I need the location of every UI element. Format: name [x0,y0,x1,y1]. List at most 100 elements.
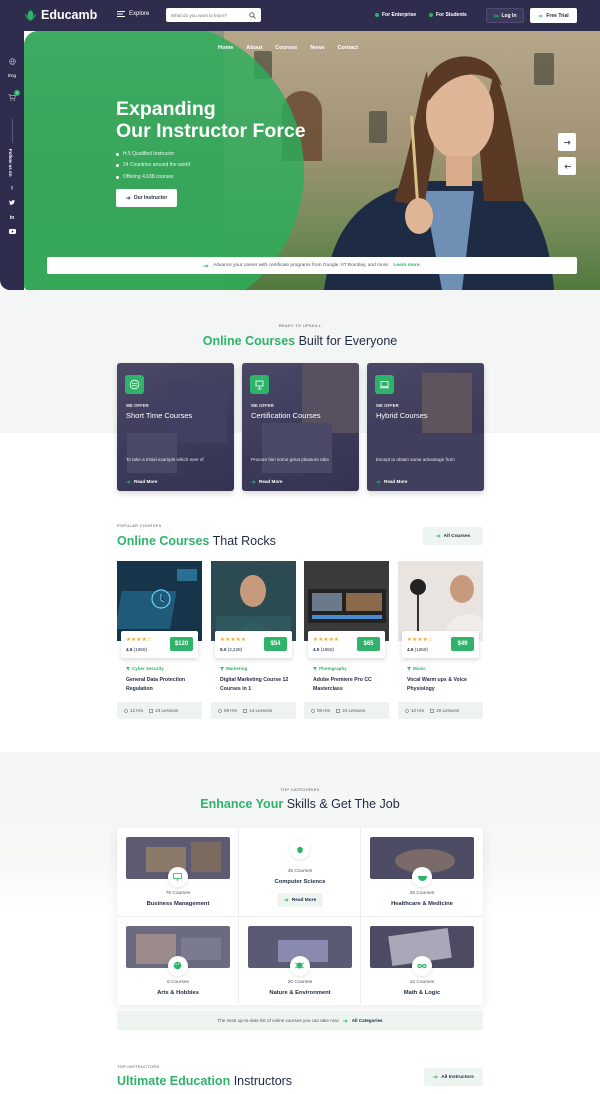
all-instructors-button[interactable]: All Instructors [424,1068,483,1086]
free-trial-button[interactable]: Free Trial [530,8,577,23]
explore-menu[interactable]: Explore [117,11,149,17]
cart-button[interactable] [0,94,24,101]
nav-news[interactable]: News [310,45,324,51]
all-courses-button[interactable]: All Courses [423,527,483,545]
facebook-icon[interactable]: f [0,186,24,192]
course-category[interactable]: Cyber Security [126,666,164,671]
instructors-title-rest: Instructors [233,1074,293,1088]
category-card[interactable]: 6 Courses Arts & Hobbies [117,916,239,1005]
bowl-icon [412,867,432,887]
enterprise-dot-icon [375,13,379,17]
category-card[interactable]: 45 Courses Computer Science Read More [239,828,361,917]
categories-bottom-bar: The most up-to-date list of online cours… [117,1011,483,1030]
lesson-icon [149,708,154,713]
offer-eyebrow: WE OFFER [251,403,274,408]
offers-title: Online Courses Built for Everyone [0,334,600,348]
rating-stars: ★★★★★ [220,637,247,643]
search-input[interactable] [171,12,249,18]
read-more-label: Read More [259,479,283,484]
hero-bullet-list: H.5 Qualified Instructor 24 Countries ar… [116,149,190,183]
course-title[interactable]: Vocal Warm ups & Voice Physiology [407,676,479,693]
rating-text: 4.0 (1650) [313,647,334,652]
nav-contact[interactable]: Contact [338,45,358,51]
youtube-icon[interactable] [0,229,24,234]
laptop-icon [375,375,394,394]
course-category[interactable]: Music [407,666,426,671]
arrow-right-icon [376,479,381,484]
price-badge: $49 [451,637,474,651]
linkedin-icon[interactable]: in [0,215,24,221]
globe-button[interactable] [0,58,24,65]
read-more-link[interactable]: Read More [126,479,158,484]
course-title[interactable]: Adobe Premiere Pro CC Masterclass [313,676,385,693]
key-icon [493,14,499,17]
course-title[interactable]: Digital Marketing Course 12 Courses in 1 [220,676,292,693]
category-count: 45 Courses [287,869,313,874]
course-meta: 06 Hrs 24 Lessons [304,702,389,719]
nav-courses[interactable]: Courses [275,45,297,51]
category-name: Computer Science [274,879,326,885]
bug-icon [289,839,310,859]
all-instructors-label: All Instructors [441,1074,474,1080]
category-name: Arts & Hobbies [157,989,199,996]
offer-description: Procure him some great pleasure take [251,457,329,462]
course-category[interactable]: Marketing [220,666,247,671]
course-hours: 08 Hrs [218,708,237,713]
hero-next-button[interactable] [558,133,576,151]
language-switch[interactable]: Eng [0,73,24,78]
hero-main-nav: Home About Courses News Contact [218,45,371,51]
category-count: 26 Courses [409,891,435,896]
course-card[interactable]: ★★★★★ 5.0 (2,228) $54 Marketing Digital … [211,561,296,719]
twitter-icon[interactable] [0,200,24,205]
course-title[interactable]: General Data Protection Regulation [126,676,198,693]
arrow-right-icon [283,898,289,902]
offers-eyebrow: Ready to Upskill [278,323,322,328]
read-more-link[interactable]: Read More [251,479,283,484]
read-more-button[interactable]: Read More [277,893,323,907]
lesson-icon [430,708,435,713]
our-instructor-button[interactable]: Our Instructor [116,189,177,207]
category-name: Nature & Environment [269,989,331,996]
category-count: 12 Courses [409,979,435,985]
offer-title: Certification Courses [251,411,321,420]
learn-more-link[interactable]: Learn more. [393,263,420,268]
rating-text: 5.0 (2,228) [220,647,243,652]
course-card[interactable]: ★★★★☆ 4.5 (1650) $49 Music Vocal Warm up… [398,561,483,719]
login-button[interactable]: Log In [486,8,524,23]
offer-card[interactable]: WE OFFER Certification Courses Procure h… [242,363,359,491]
follow-us-label: Follow us on [8,149,13,177]
for-enterprise-label: For Enterprise [382,12,417,18]
course-card[interactable]: ★★★★★ 4.0 (1650) $65 Photography Adobe P… [304,561,389,719]
search-box[interactable] [166,8,261,22]
for-enterprise-link[interactable]: For Enterprise [375,12,416,18]
course-category[interactable]: Photography [313,666,347,671]
nav-home[interactable]: Home [218,45,233,51]
offer-card[interactable]: WE OFFER Hybrid Courses Except to obtain… [367,363,484,491]
category-card[interactable]: 20 Courses Nature & Environment [239,916,361,1005]
read-more-link[interactable]: Read More [376,479,408,484]
hero-bullet: H.5 Qualified Instructor [116,149,190,160]
all-categories-link[interactable]: All Categories [352,1018,383,1023]
hero-bullet: 24 Countries around the world [116,160,190,171]
arrow-right-icon [433,1075,438,1079]
nav-about[interactable]: About [246,45,262,51]
search-icon[interactable] [249,11,256,19]
for-students-link[interactable]: For Students [429,12,467,18]
category-card[interactable]: 12 Courses Math & Logic [361,917,483,1006]
category-name: Math & Logic [403,989,441,996]
announcement-text: Advance your career with certificate pro… [213,263,390,268]
category-card[interactable]: 26 Courses Healthcare & Medicine [361,828,483,917]
filter-icon [313,666,317,671]
rating-box: ★★★★☆ 4.5 (1650) $49 [402,631,479,658]
filter-icon [407,666,411,671]
course-thumbnail [398,561,483,641]
offer-description: Except to obtain some advantage from [376,457,455,462]
globe-icon [8,58,16,65]
course-card[interactable]: ★★★★☆ 4.5 (1650) $120 Cyber Security Gen… [117,561,202,719]
palette-icon [167,955,188,976]
category-card[interactable]: 76 Courses Business Management [117,828,239,917]
price-badge: $120 [170,637,193,651]
offer-card[interactable]: WE OFFER Short Time Courses To take a tr… [117,363,234,491]
brand-logo[interactable]: Educamb [24,8,97,22]
hero-prev-button[interactable] [558,157,576,175]
